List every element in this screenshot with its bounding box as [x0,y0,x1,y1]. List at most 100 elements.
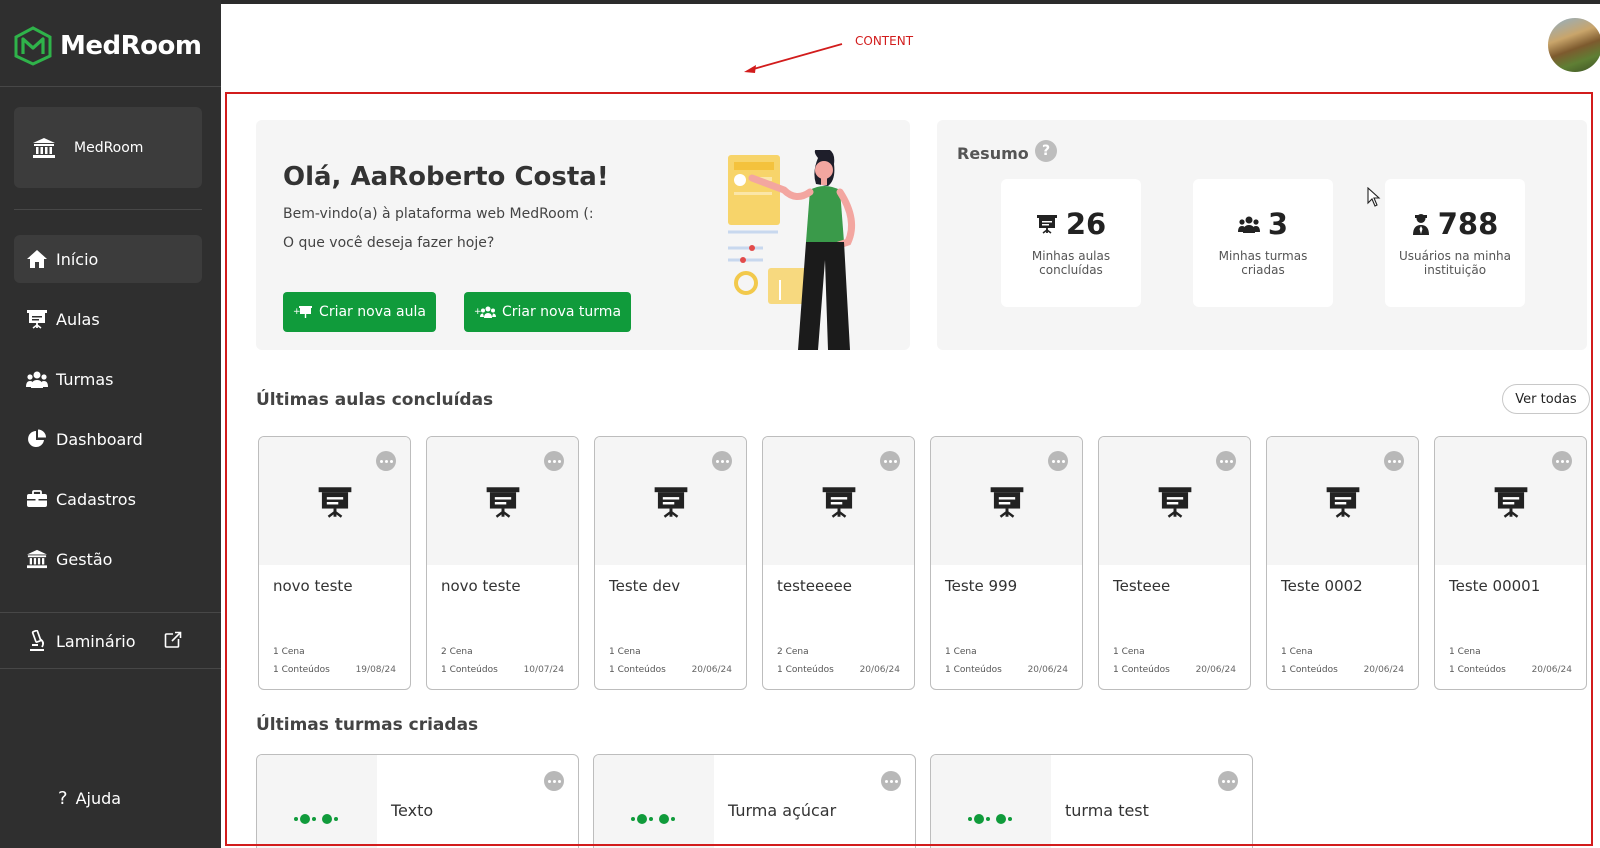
divider [0,86,221,87]
class-card[interactable]: Texto [256,754,579,848]
logo[interactable]: MedRoom [14,26,202,66]
lesson-card[interactable]: Testeee 1 Cena 1 Conteúdos 20/06/24 [1098,436,1251,690]
lesson-scenes: 1 Cena [945,647,977,657]
more-options-icon[interactable] [880,451,900,471]
add-users-icon: + [474,306,496,318]
presentation-icon [1158,487,1192,518]
more-options-icon[interactable] [544,451,564,471]
lesson-title: novo teste [441,577,521,595]
stat-value: 3 [1267,207,1289,241]
sidebar-item-turmas[interactable]: Turmas [14,355,202,403]
lesson-contents: 1 Conteúdos [1449,665,1506,675]
more-options-icon[interactable] [1216,451,1236,471]
sidebar-item-cadastros[interactable]: Cadastros [14,475,202,523]
lesson-card[interactable]: testeeeee 2 Cena 1 Conteúdos 20/06/24 [762,436,915,690]
lesson-scenes: 1 Cena [609,647,641,657]
briefcase-icon [27,490,47,507]
divider [0,668,221,669]
sidebar-item-laminario[interactable]: Laminário [14,617,202,665]
welcome-card: Olá, AaRoberto Costa! Bem-vindo(a) à pla… [256,120,910,350]
sidebar-item-dashboard[interactable]: Dashboard [14,415,202,463]
more-options-icon[interactable] [881,771,901,791]
sidebar-item-label: Laminário [56,631,136,651]
lesson-contents: 1 Conteúdos [441,665,498,675]
lesson-date: 19/08/24 [355,665,396,675]
class-cards-list: Texto Turma açúcar turma test [256,754,1256,848]
lesson-contents: 1 Conteúdos [1113,665,1170,675]
lesson-title: Teste 999 [945,577,1018,595]
sidebar-item-gestao[interactable]: Gestão [14,535,202,583]
welcome-subtitle: Bem-vindo(a) à plataforma web MedRoom (: [283,206,594,222]
lesson-card[interactable]: Teste dev 1 Cena 1 Conteúdos 20/06/24 [594,436,747,690]
lesson-date: 20/06/24 [1363,665,1404,675]
presentation-icon [1326,487,1360,518]
more-options-icon[interactable] [1048,451,1068,471]
user-avatar[interactable] [1548,18,1600,72]
stat-card: 3 Minhas turmas criadas [1193,179,1333,307]
presentation-icon [990,487,1024,518]
sidebar-item-label: Cadastros [56,489,136,509]
more-options-icon[interactable] [544,771,564,791]
class-title: Texto [391,801,434,820]
lesson-date: 20/06/24 [1531,665,1572,675]
class-title: turma test [1065,801,1149,820]
lesson-scenes: 2 Cena [777,647,809,657]
annotation-arrow [744,43,843,73]
lesson-title: testeeeee [777,577,852,595]
lesson-card[interactable]: Teste 999 1 Cena 1 Conteúdos 20/06/24 [930,436,1083,690]
more-options-icon[interactable] [1218,771,1238,791]
lesson-date: 20/06/24 [859,665,900,675]
see-all-button[interactable]: Ver todas [1502,384,1590,414]
lesson-card[interactable]: novo teste 2 Cena 1 Conteúdos 10/07/24 [426,436,579,690]
stat-label: Usuários na minha instituição [1398,249,1512,277]
sidebar-item-inicio[interactable]: Início [14,235,202,283]
class-dots-icon [294,814,338,824]
users-icon [26,371,48,388]
create-class-label: Criar nova turma [501,304,622,320]
class-card-thumbnail [594,755,714,848]
class-dots-icon [631,814,675,824]
institution-icon [33,137,55,158]
svg-text:+: + [293,307,301,317]
sidebar-item-label: Gestão [56,549,113,569]
lesson-date: 20/06/24 [1195,665,1236,675]
classes-section-title: Últimas turmas criadas [256,715,479,735]
more-options-icon[interactable] [376,451,396,471]
class-card-thumbnail [257,755,377,848]
lessons-section-title: Últimas aulas concluídas [256,390,494,410]
sidebar-item-aulas[interactable]: Aulas [14,295,202,343]
lesson-title: novo teste [273,577,353,595]
stat-card: 788 Usuários na minha instituição [1385,179,1525,307]
window-top-strip [0,0,1600,4]
external-link-icon[interactable] [164,631,182,649]
class-card[interactable]: Turma açúcar [593,754,916,848]
class-card[interactable]: turma test [930,754,1253,848]
summary-card: Resumo ? 26 Minhas aulas concluídas 3 Mi… [937,120,1587,350]
presentation-icon [318,487,352,518]
presentation-icon [822,487,856,518]
create-lesson-button[interactable]: + Criar nova aula [283,292,436,332]
presentation-icon [1036,215,1057,234]
institution-label: MedRoom [74,139,144,156]
create-class-button[interactable]: + Criar nova turma [464,292,631,332]
more-options-icon[interactable] [1552,451,1572,471]
class-dots-icon [968,814,1012,824]
lesson-title: Teste 00001 [1449,577,1541,595]
lesson-title: Teste dev [609,577,681,595]
class-card-thumbnail [931,755,1051,848]
stat-label: Minhas turmas criadas [1218,249,1308,277]
more-options-icon[interactable] [1384,451,1404,471]
presentation-icon [27,310,47,329]
institution-icon [27,549,47,569]
institution-selector[interactable]: MedRoom [14,107,202,188]
more-options-icon[interactable] [712,451,732,471]
lesson-card[interactable]: Teste 00001 1 Cena 1 Conteúdos 20/06/24 [1434,436,1587,690]
class-title: Turma açúcar [728,801,837,820]
question-icon[interactable]: ? [1035,140,1057,162]
annotation-label: CONTENT [855,34,914,48]
lesson-card[interactable]: Teste 0002 1 Cena 1 Conteúdos 20/06/24 [1266,436,1419,690]
lesson-card[interactable]: novo teste 1 Cena 1 Conteúdos 19/08/24 [258,436,411,690]
help-link[interactable]: ? Ajuda [58,788,121,809]
lesson-title: Testeee [1113,577,1171,595]
sidebar-item-label: Dashboard [56,429,143,449]
